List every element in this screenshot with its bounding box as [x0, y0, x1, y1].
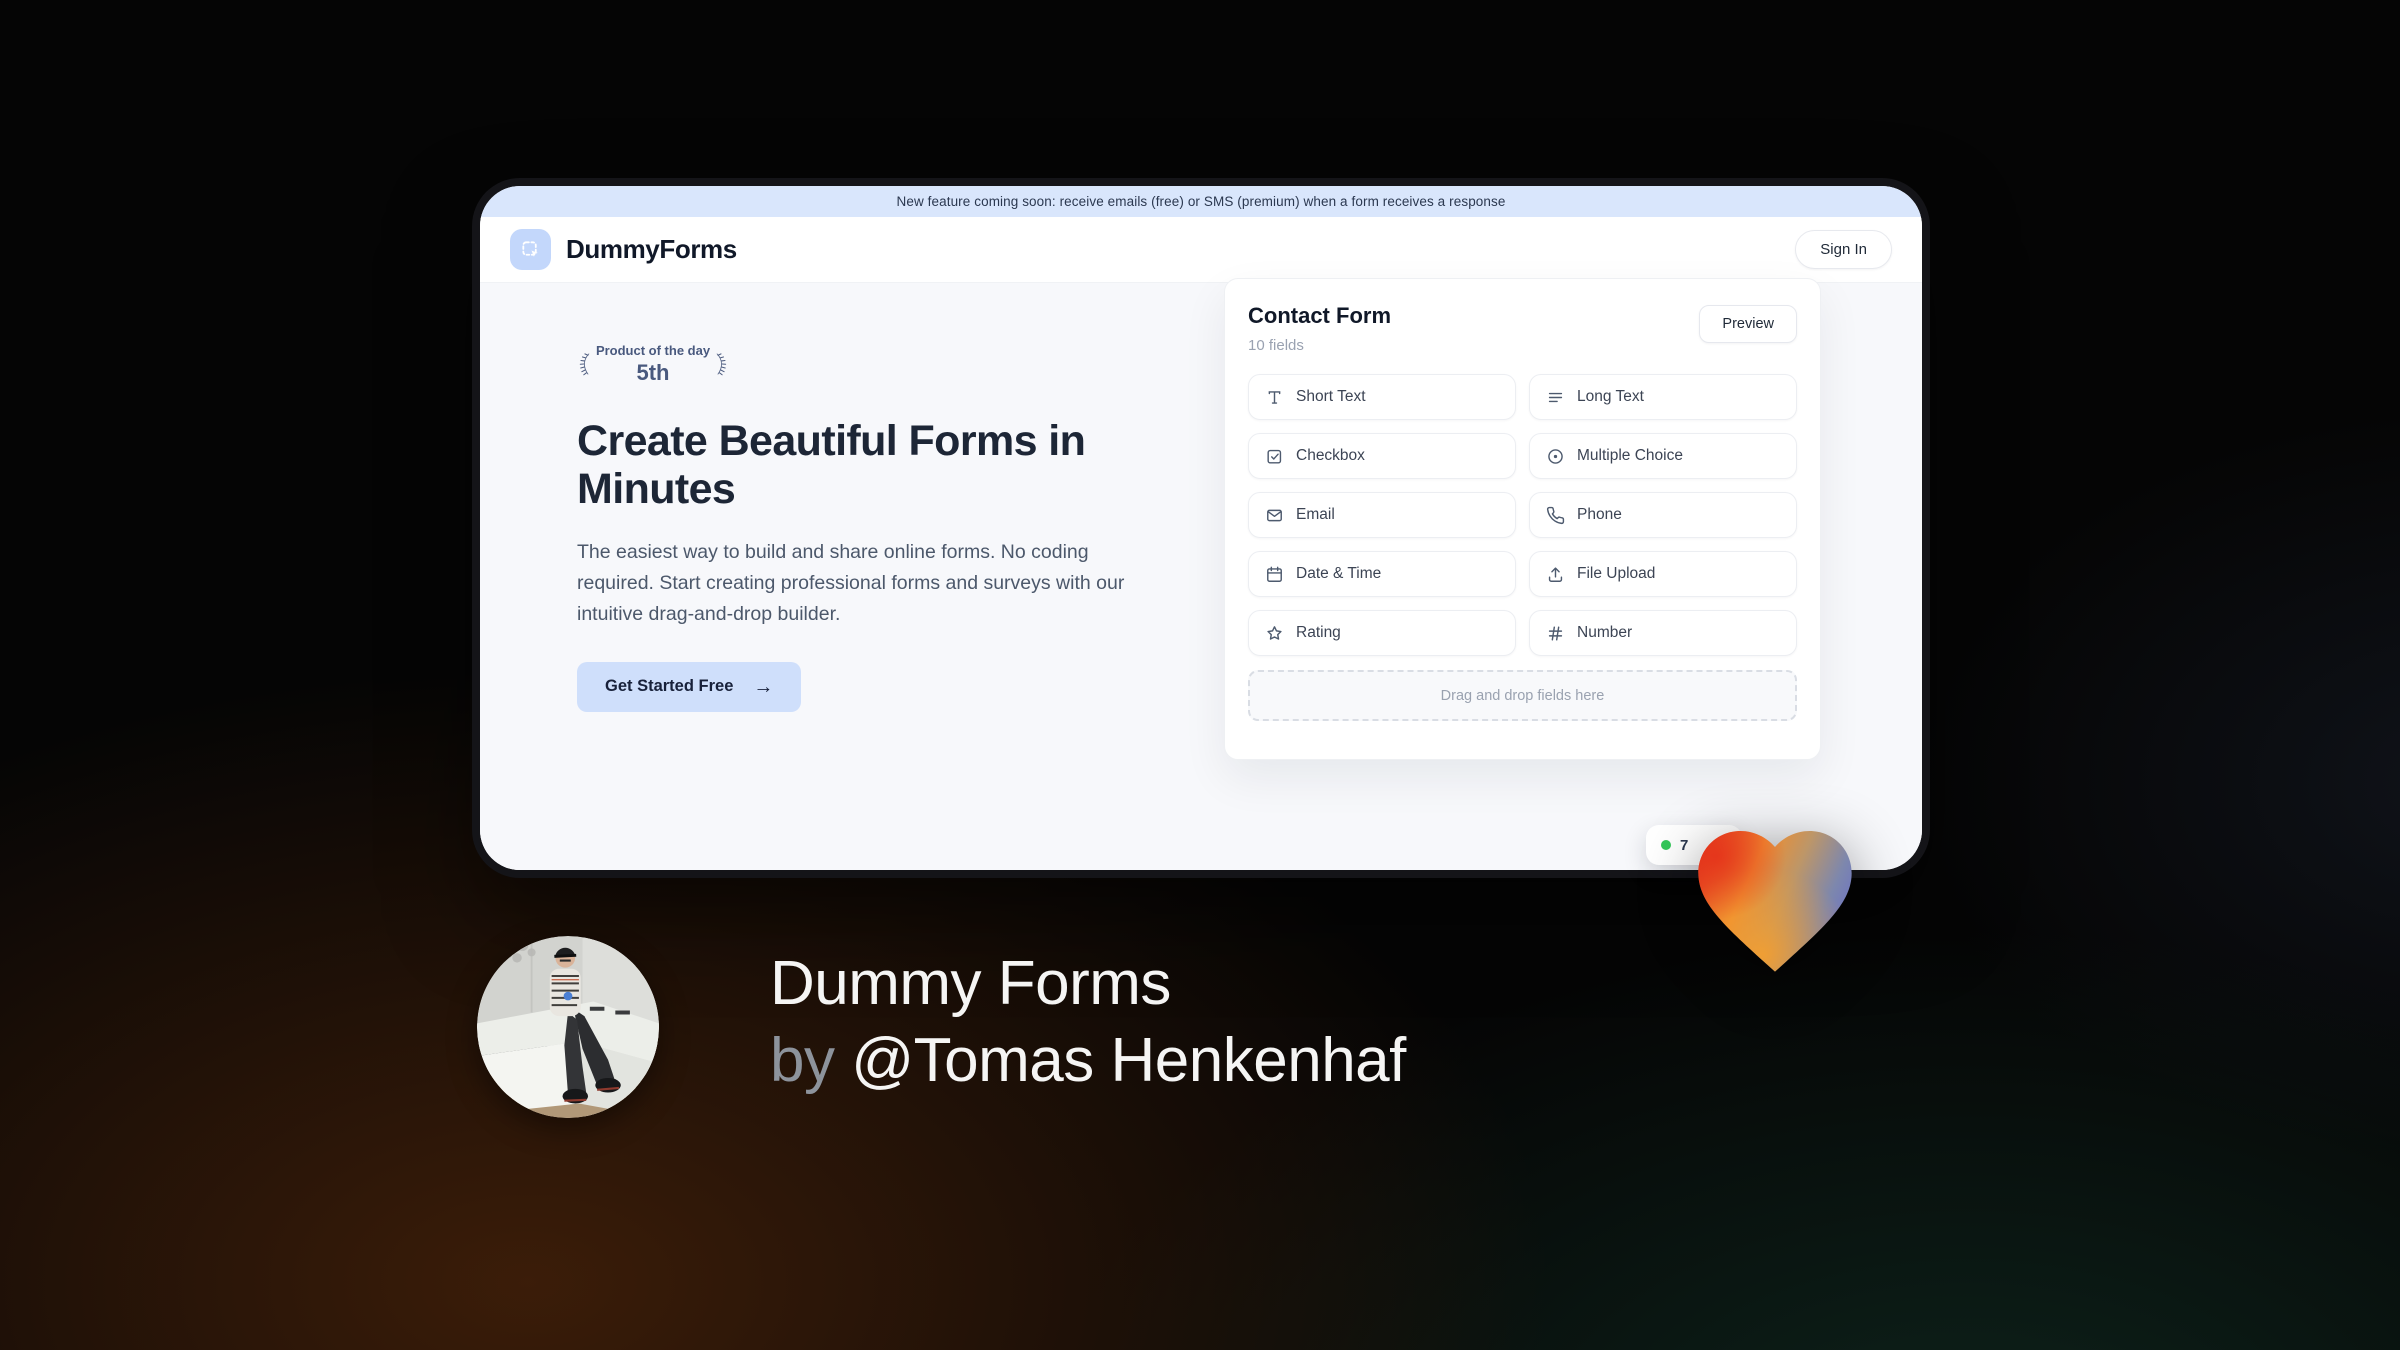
browser-window: New feature coming soon: receive emails …: [480, 186, 1922, 870]
byline-title: Dummy Forms: [770, 949, 1171, 1018]
field-tile-file-upload[interactable]: File Upload: [1529, 551, 1797, 597]
field-tile-phone[interactable]: Phone: [1529, 492, 1797, 538]
product-of-the-day-badge: Product of the day 5th: [577, 335, 729, 393]
field-tile-label: Date & Time: [1296, 565, 1382, 582]
green-dot-icon: [1661, 840, 1671, 850]
field-tile-multiple-choice[interactable]: Multiple Choice: [1529, 433, 1797, 479]
field-tile-label: Phone: [1577, 506, 1622, 523]
field-tile-number[interactable]: Number: [1529, 610, 1797, 656]
radio-icon: [1546, 447, 1565, 466]
star-icon: [1265, 624, 1284, 643]
field-tile-rating[interactable]: Rating: [1248, 610, 1516, 656]
laurel-right-icon: [716, 353, 727, 376]
field-tile-label: Multiple Choice: [1577, 447, 1683, 464]
lines-icon: [1546, 388, 1565, 407]
field-tile-checkbox[interactable]: Checkbox: [1248, 433, 1516, 479]
phone-icon: [1546, 506, 1565, 525]
calendar-icon: [1265, 565, 1284, 584]
get-started-label: Get Started Free: [605, 677, 734, 696]
envelope-icon: [1265, 506, 1284, 525]
byline-caption: Dummy Forms by @Tomas Henkenhaf: [770, 946, 1406, 1100]
get-started-button[interactable]: Get Started Free →: [577, 661, 802, 712]
field-tile-label: File Upload: [1577, 565, 1656, 582]
arrow-right-icon: →: [753, 675, 774, 698]
avatar-photo: [477, 936, 659, 1118]
announcement-banner: New feature coming soon: receive emails …: [480, 186, 1922, 217]
laurel-left-icon: [579, 353, 590, 376]
form-builder-card: Contact Form 10 fields Preview Short Tex…: [1224, 278, 1821, 760]
award-rank: 5th: [636, 359, 670, 385]
checkbox-icon: [1265, 447, 1284, 466]
preview-button[interactable]: Preview: [1699, 305, 1797, 343]
brand-title: DummyForms: [566, 234, 737, 264]
field-tile-label: Checkbox: [1296, 447, 1365, 464]
award-title: Product of the day: [595, 342, 711, 358]
field-tile-long-text[interactable]: Long Text: [1529, 374, 1797, 420]
page-content: Product of the day 5th Create Beautiful …: [480, 278, 1922, 870]
hero-description: The easiest way to build and share onlin…: [577, 541, 1125, 625]
avatar-illustration: [477, 936, 659, 1118]
field-tile-label: Email: [1296, 506, 1335, 523]
field-tile-label: Rating: [1296, 624, 1341, 641]
field-tile-short-text[interactable]: Short Text: [1248, 374, 1516, 420]
hero-headline: Create Beautiful Forms in Minutes: [577, 417, 1086, 514]
field-tile-label: Number: [1577, 624, 1633, 641]
field-grid: Short Text Long Text Checkbox Multiple Choi…: [1248, 374, 1797, 656]
dashed-select-cursor-icon: [522, 241, 538, 257]
app-header: DummyForms Sign In: [480, 217, 1922, 283]
byline-handle: @Tomas Henkenhaf: [851, 1025, 1406, 1095]
sign-in-button[interactable]: Sign In: [1795, 230, 1892, 269]
field-tile-label: Long Text: [1577, 388, 1644, 405]
field-tile-label: Short Text: [1296, 388, 1366, 405]
text-icon: [1265, 388, 1284, 407]
hash-icon: [1546, 624, 1565, 643]
byline-prefix: by: [770, 1025, 852, 1095]
drag-drop-zone[interactable]: Drag and drop fields here: [1248, 670, 1797, 721]
heart-logo-icon: [1698, 831, 1852, 972]
field-tile-date-time[interactable]: Date & Time: [1248, 551, 1516, 597]
upload-icon: [1546, 565, 1565, 584]
field-tile-email[interactable]: Email: [1248, 492, 1516, 538]
hero-section: Product of the day 5th Create Beautiful …: [577, 335, 1177, 712]
app-logo[interactable]: [510, 229, 551, 270]
